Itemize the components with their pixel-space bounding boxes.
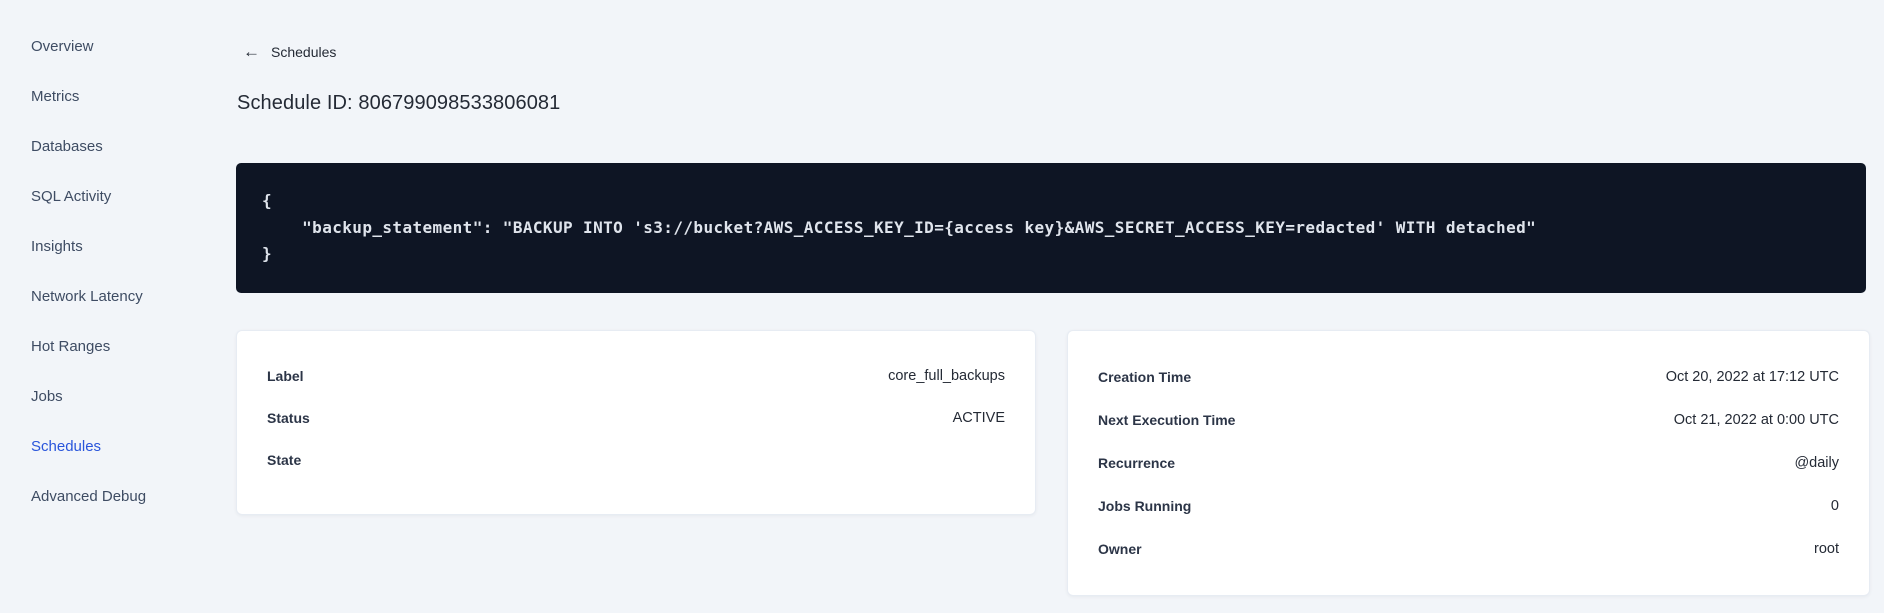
sidebar-item-schedules[interactable]: Schedules [0, 422, 236, 472]
timing-row-jobs-running: Jobs Running 0 [1098, 484, 1839, 527]
summary-row-state: State [267, 439, 1005, 481]
timing-row-recurrence: Recurrence @daily [1098, 441, 1839, 484]
back-link-label: Schedules [271, 43, 337, 60]
page-title: Schedule ID: 806799098533806081 [237, 92, 561, 114]
schedule-definition-code-block: { "backup_statement": "BACKUP INTO 's3:/… [236, 163, 1866, 293]
code-line: { [262, 191, 273, 210]
row-value: root [1814, 540, 1839, 557]
row-label: Status [267, 410, 310, 426]
row-value: 0 [1830, 497, 1839, 514]
row-label: Jobs Running [1098, 497, 1192, 514]
sidebar-item-advanced-debug[interactable]: Advanced Debug [0, 472, 236, 522]
row-label: State [267, 452, 302, 468]
row-label: Owner [1098, 540, 1142, 557]
row-value: @daily [1794, 454, 1839, 471]
schedule-summary-card: Label core_full_backups Status ACTIVE St… [236, 330, 1036, 515]
sidebar-item-jobs[interactable]: Jobs [0, 372, 236, 422]
code-line: "backup_statement": "BACKUP INTO 's3://b… [262, 217, 1537, 237]
sidebar-item-databases[interactable]: Databases [0, 122, 236, 172]
summary-row-label: Label core_full_backups [267, 355, 1005, 397]
row-label: Creation Time [1098, 368, 1192, 385]
sidebar-item-sql-activity[interactable]: SQL Activity [0, 172, 236, 222]
sidebar-item-metrics[interactable]: Metrics [0, 72, 236, 122]
row-value: core_full_backups [888, 368, 1005, 384]
row-value: Oct 21, 2022 at 0:00 UTC [1673, 411, 1839, 428]
summary-row-status: Status ACTIVE [267, 397, 1005, 439]
row-label: Label [267, 368, 304, 384]
sidebar: Overview Metrics Databases SQL Activity … [0, 22, 236, 522]
timing-row-creation-time: Creation Time Oct 20, 2022 at 17:12 UTC [1098, 355, 1839, 398]
sidebar-item-network-latency[interactable]: Network Latency [0, 272, 236, 322]
schedule-timing-card: Creation Time Oct 20, 2022 at 17:12 UTC … [1067, 330, 1870, 596]
timing-row-owner: Owner root [1098, 527, 1839, 570]
back-to-schedules-link[interactable]: ← Schedules [243, 43, 336, 60]
sidebar-item-overview[interactable]: Overview [0, 22, 236, 72]
row-value: ACTIVE [952, 410, 1005, 426]
row-label: Next Execution Time [1098, 411, 1236, 428]
sidebar-item-hot-ranges[interactable]: Hot Ranges [0, 322, 236, 372]
arrow-left-icon: ← [243, 42, 260, 61]
timing-row-next-execution-time: Next Execution Time Oct 21, 2022 at 0:00… [1098, 398, 1839, 441]
row-label: Recurrence [1098, 454, 1176, 471]
row-value: Oct 20, 2022 at 17:12 UTC [1665, 368, 1839, 385]
sidebar-item-insights[interactable]: Insights [0, 222, 236, 272]
code-line: } [262, 244, 273, 263]
